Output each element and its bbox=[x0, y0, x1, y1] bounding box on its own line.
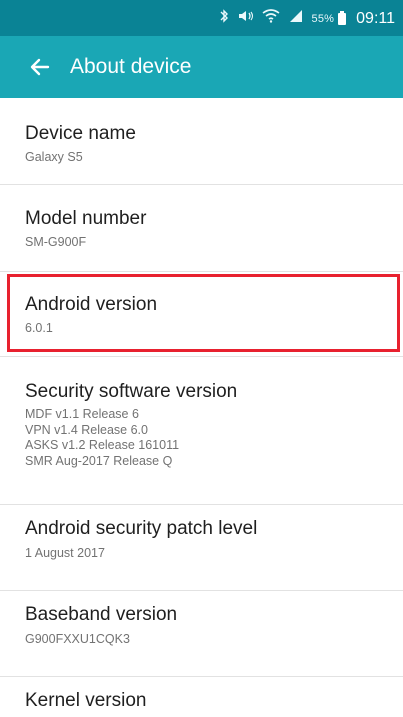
bluetooth-icon bbox=[219, 9, 229, 28]
model-number-value: SM-G900F bbox=[25, 235, 87, 249]
sound-icon bbox=[237, 9, 254, 28]
arrow-left-icon[interactable] bbox=[27, 54, 53, 80]
baseband-version-item[interactable]: Baseband version G900FXXU1CQK3 bbox=[0, 591, 403, 676]
device-name-title: Device name bbox=[25, 123, 136, 144]
security-version-line-4: SMR Aug-2017 Release Q bbox=[25, 453, 173, 468]
status-icons: 55% 09:11 bbox=[219, 9, 395, 28]
highlight-box bbox=[7, 274, 400, 352]
android-security-patch-level-item[interactable]: Android security patch level 1 August 20… bbox=[0, 505, 403, 590]
page-title: About device bbox=[70, 55, 192, 78]
security-version-line-3: ASKS v1.2 Release 161011 bbox=[25, 438, 180, 452]
baseband-version-title: Baseband version bbox=[25, 604, 178, 625]
baseband-version-value: G900FXXU1CQK3 bbox=[25, 632, 130, 646]
kernel-version-item[interactable]: Kernel version bbox=[0, 677, 403, 717]
status-bar: 55% 09:11 bbox=[0, 0, 403, 36]
kernel-version-title: Kernel version bbox=[25, 690, 147, 711]
battery-icon bbox=[338, 10, 347, 25]
signal-icon bbox=[288, 9, 304, 28]
wifi-icon bbox=[262, 9, 280, 28]
model-number-item[interactable]: Model number SM-G900F bbox=[0, 185, 403, 271]
android-security-patch-level-value: 1 August 2017 bbox=[25, 546, 105, 560]
device-name-item[interactable]: Device name Galaxy S5 bbox=[0, 98, 403, 184]
app-bar: About device bbox=[0, 36, 403, 98]
security-version-line-2: VPN v1.4 Release 6.0 bbox=[25, 422, 148, 437]
security-version-line-1: MDF v1.1 Release 6 bbox=[25, 407, 139, 421]
security-software-version-item[interactable]: Security software version MDF v1.1 Relea… bbox=[0, 357, 403, 504]
security-software-version-title: Security software version bbox=[25, 381, 238, 402]
status-time: 09:11 bbox=[356, 9, 395, 27]
model-number-title: Model number bbox=[25, 208, 147, 229]
battery-percent: 55% bbox=[311, 12, 335, 25]
device-name-value: Galaxy S5 bbox=[25, 150, 83, 164]
android-security-patch-level-title: Android security patch level bbox=[25, 518, 258, 539]
